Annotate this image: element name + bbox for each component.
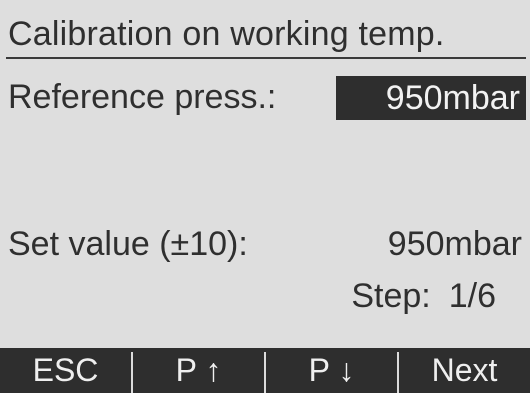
reference-pressure-value[interactable]: 950mbar — [336, 76, 526, 120]
esc-button[interactable]: ESC — [0, 348, 131, 393]
calibration-screen: Calibration on working temp. Reference p… — [0, 0, 530, 393]
next-button[interactable]: Next — [399, 348, 530, 393]
step-value: 1/6 — [448, 277, 496, 315]
reference-pressure-label: Reference press.: — [8, 78, 277, 116]
set-value-reading: 950mbar — [387, 225, 522, 263]
softkey-bar: ESC P ↑ P ↓ Next — [0, 348, 530, 393]
set-value-label: Set value (±10): — [8, 225, 248, 263]
pressure-down-button[interactable]: P ↓ — [266, 348, 397, 393]
step-indicator: Step: 1/6 — [351, 276, 496, 316]
title-underline — [6, 57, 526, 59]
screen-title: Calibration on working temp. — [8, 15, 445, 53]
step-label: Step: — [351, 277, 431, 315]
pressure-up-button[interactable]: P ↑ — [133, 348, 264, 393]
